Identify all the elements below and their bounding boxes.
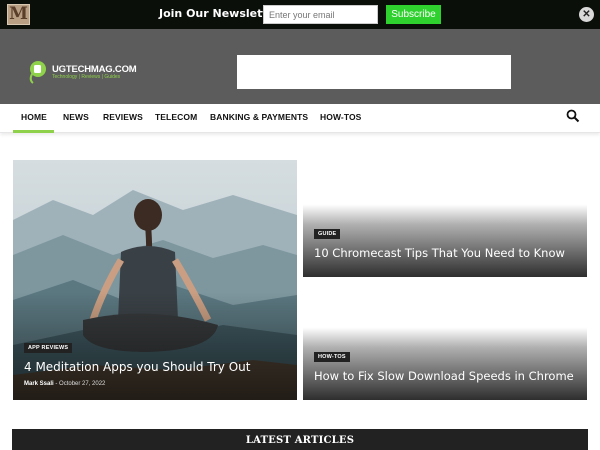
nav-item-how-tos[interactable]: HOW-TOS [320, 112, 361, 122]
featured-category-tag[interactable]: APP REVIEWS [24, 343, 73, 353]
nav-item-reviews[interactable]: REVIEWS [103, 112, 143, 122]
latest-articles-bar: LATEST ARTICLES [12, 429, 588, 450]
newsletter-bar: M Join Our Newsletter Subscribe ✕ [0, 0, 600, 29]
nav-item-home[interactable]: HOME [21, 112, 47, 122]
featured-date: October 27, 2022 [59, 381, 106, 387]
nav-item-news[interactable]: NEWS [63, 112, 89, 122]
side-post-2-title[interactable]: How to Fix Slow Download Speeds in Chrom… [314, 369, 574, 383]
nav-item-telecom[interactable]: TELECOM [155, 112, 197, 122]
side-post-1-title[interactable]: 10 Chromecast Tips That You Need to Know [314, 246, 565, 260]
meta-separator: - [55, 381, 58, 387]
side-post-1-category-tag[interactable]: GUIDE [314, 229, 341, 239]
ad-banner [237, 55, 511, 89]
side-post-2-category-tag[interactable]: HOW-TOS [314, 352, 350, 362]
site-tagline: Technology | Reviews | Guides [52, 74, 121, 80]
featured-author[interactable]: Mark Ssali [24, 381, 54, 387]
close-icon[interactable]: ✕ [579, 7, 594, 22]
featured-meta: Mark Ssali - October 27, 2022 [24, 381, 105, 387]
side-post-1[interactable]: GUIDE 10 Chromecast Tips That You Need t… [303, 160, 587, 277]
nav-item-banking-payments[interactable]: BANKING & PAYMENTS [210, 112, 308, 122]
latest-articles-title: LATEST ARTICLES [245, 435, 355, 446]
main-nav: HOME NEWS REVIEWS TELECOM BANKING & PAYM… [0, 104, 600, 133]
ugtechmag-logo-icon[interactable] [27, 58, 51, 85]
nav-active-indicator [13, 130, 54, 133]
featured-title[interactable]: 4 Meditation Apps you Should Try Out [24, 360, 250, 374]
side-post-2[interactable]: HOW-TOS How to Fix Slow Download Speeds … [303, 283, 587, 400]
m-logo-icon: M [7, 4, 30, 25]
search-icon[interactable] [566, 109, 580, 123]
email-input[interactable] [263, 5, 378, 24]
subscribe-button[interactable]: Subscribe [386, 5, 441, 24]
